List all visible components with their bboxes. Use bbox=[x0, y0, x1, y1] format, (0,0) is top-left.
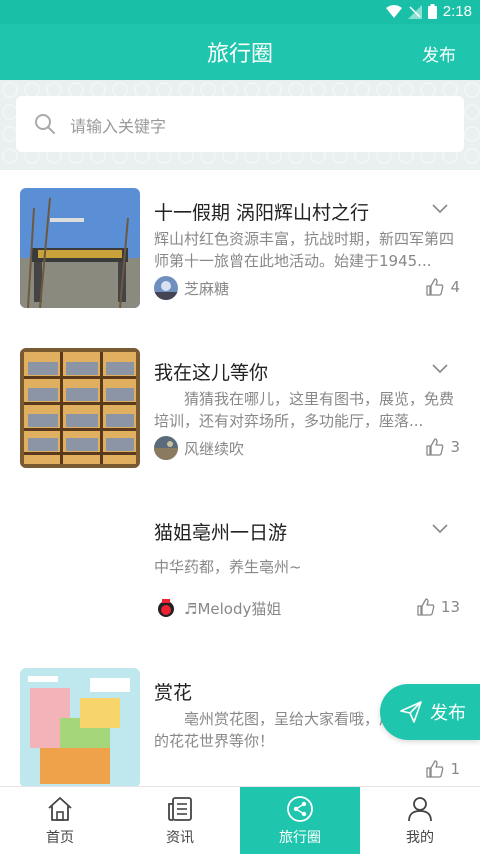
like-count: 1 bbox=[450, 760, 460, 778]
search-icon bbox=[35, 114, 55, 134]
post-description: 猜猜我在哪儿，这里有图书，展览，免费培训，还有对弈场所，多功能厅，座落... bbox=[154, 390, 455, 430]
thumbs-up-icon bbox=[426, 278, 444, 296]
like-button[interactable]: 13 bbox=[417, 598, 460, 616]
thumbs-up-icon bbox=[426, 438, 444, 456]
post-author[interactable]: ♬Melody猫姐 bbox=[154, 596, 281, 620]
post-title[interactable]: 赏花 bbox=[154, 678, 192, 705]
post-title[interactable]: 十一假期 涡阳辉山村之行 bbox=[154, 198, 369, 225]
status-time: 2:18 bbox=[442, 3, 472, 20]
author-name: 风继续吹 bbox=[184, 439, 245, 458]
chevron-down-icon[interactable] bbox=[432, 524, 448, 534]
wifi-icon bbox=[385, 4, 402, 18]
tab-label: 资讯 bbox=[166, 830, 194, 846]
author-name: ♬Melody猫姐 bbox=[184, 599, 282, 618]
thumbs-up-icon bbox=[426, 760, 444, 778]
bottom-tab-bar: 首页 资讯 旅行圈 我的 bbox=[0, 786, 480, 854]
like-count: 3 bbox=[450, 438, 460, 456]
battery-icon bbox=[427, 4, 437, 19]
news-icon bbox=[168, 797, 192, 821]
post-description: 辉山村红色资源丰富，抗战时期，新四军第四师第十一旅曾在此地活动。始建于1945.… bbox=[154, 230, 455, 270]
avatar bbox=[154, 596, 178, 620]
like-button[interactable]: 1 bbox=[426, 760, 460, 778]
post-thumbnail[interactable] bbox=[20, 348, 140, 468]
post-author[interactable]: 风继续吹 bbox=[154, 436, 244, 460]
post-card[interactable]: 我在这儿等你 猜猜我在哪儿，这里有图书，展览，免费培训，还有对弈场所，多功能厅，… bbox=[0, 330, 480, 490]
search-placeholder: 请输入关键字 bbox=[70, 117, 167, 136]
avatar bbox=[154, 436, 178, 460]
post-card[interactable]: 十一假期 涡阳辉山村之行 辉山村红色资源丰富，抗战时期，新四军第四师第十一旅曾在… bbox=[0, 170, 480, 330]
chevron-down-icon[interactable] bbox=[432, 364, 448, 374]
fab-label: 发布 bbox=[430, 703, 466, 724]
like-count: 4 bbox=[450, 278, 460, 296]
share-circle-icon bbox=[287, 796, 313, 822]
post-thumbnail[interactable] bbox=[20, 668, 140, 786]
status-bar: 2:18 bbox=[0, 0, 480, 24]
post-thumbnail[interactable] bbox=[20, 188, 140, 308]
publish-button[interactable]: 发布 bbox=[422, 41, 456, 66]
tab-label: 首页 bbox=[46, 830, 74, 846]
user-icon bbox=[408, 797, 432, 822]
tab-label: 旅行圈 bbox=[279, 830, 321, 846]
post-card[interactable]: 猫姐亳州一日游 中华药都，养生亳州~ ♬Melody猫姐 13 bbox=[0, 490, 480, 650]
page-title: 旅行圈 bbox=[206, 42, 273, 67]
like-button[interactable]: 4 bbox=[426, 278, 460, 296]
home-icon bbox=[48, 797, 72, 821]
post-description: 中华药都，养生亳州~ bbox=[154, 558, 302, 576]
like-button[interactable]: 3 bbox=[426, 438, 460, 456]
avatar bbox=[154, 276, 178, 300]
search-input[interactable]: 请输入关键字 bbox=[16, 96, 464, 152]
tab-home[interactable]: 首页 bbox=[0, 787, 120, 854]
search-area: 请输入关键字 bbox=[0, 80, 480, 170]
tab-travel-circle[interactable]: 旅行圈 bbox=[240, 787, 360, 854]
status-icons: 2:18 bbox=[385, 3, 472, 20]
tab-news[interactable]: 资讯 bbox=[120, 787, 240, 854]
tab-label: 我的 bbox=[406, 830, 434, 846]
tab-mine[interactable]: 我的 bbox=[360, 787, 480, 854]
post-title[interactable]: 我在这儿等你 bbox=[154, 358, 268, 385]
floating-publish-button[interactable]: 发布 bbox=[380, 684, 480, 740]
send-icon bbox=[400, 701, 422, 723]
signal-off-icon bbox=[407, 4, 422, 19]
app-header: 旅行圈 发布 bbox=[0, 24, 480, 80]
post-title[interactable]: 猫姐亳州一日游 bbox=[154, 518, 287, 545]
like-count: 13 bbox=[440, 598, 460, 616]
chevron-down-icon[interactable] bbox=[432, 204, 448, 214]
thumbs-up-icon bbox=[417, 598, 435, 616]
author-name: 芝麻糖 bbox=[184, 279, 230, 298]
post-author[interactable]: 芝麻糖 bbox=[154, 276, 229, 300]
